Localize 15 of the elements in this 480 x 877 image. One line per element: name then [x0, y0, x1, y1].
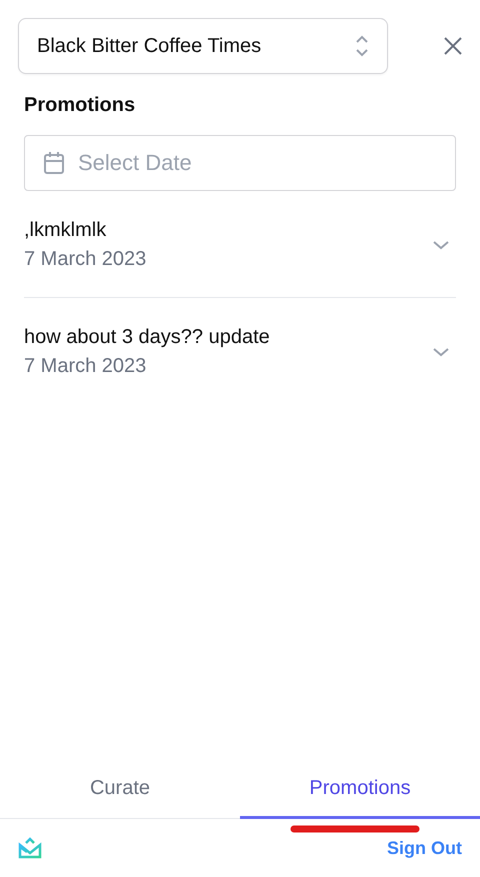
promotion-date: 7 March 2023 [24, 248, 146, 271]
store-select[interactable]: Black Bitter Coffee Times [18, 18, 388, 74]
tab[interactable]: Curate [0, 761, 240, 819]
calendar-icon [43, 151, 65, 175]
promotion-title: ,lkmklmlk [24, 219, 108, 242]
up-down-chevron-icon [355, 34, 369, 58]
promotion-item[interactable]: ,lkmklmlk 7 March 2023 [24, 191, 456, 298]
sign-out-link[interactable]: Sign Out [387, 838, 462, 858]
date-field[interactable]: Select Date [24, 135, 456, 191]
promotion-title: how about 3 days?? update [24, 326, 270, 349]
crown-logo-icon [18, 837, 42, 859]
section-heading: Promotions [24, 94, 136, 117]
tab[interactable]: Promotions [240, 761, 480, 819]
promotion-item[interactable]: how about 3 days?? update 7 March 2023 [24, 298, 456, 404]
promotion-date: 7 March 2023 [24, 355, 148, 378]
